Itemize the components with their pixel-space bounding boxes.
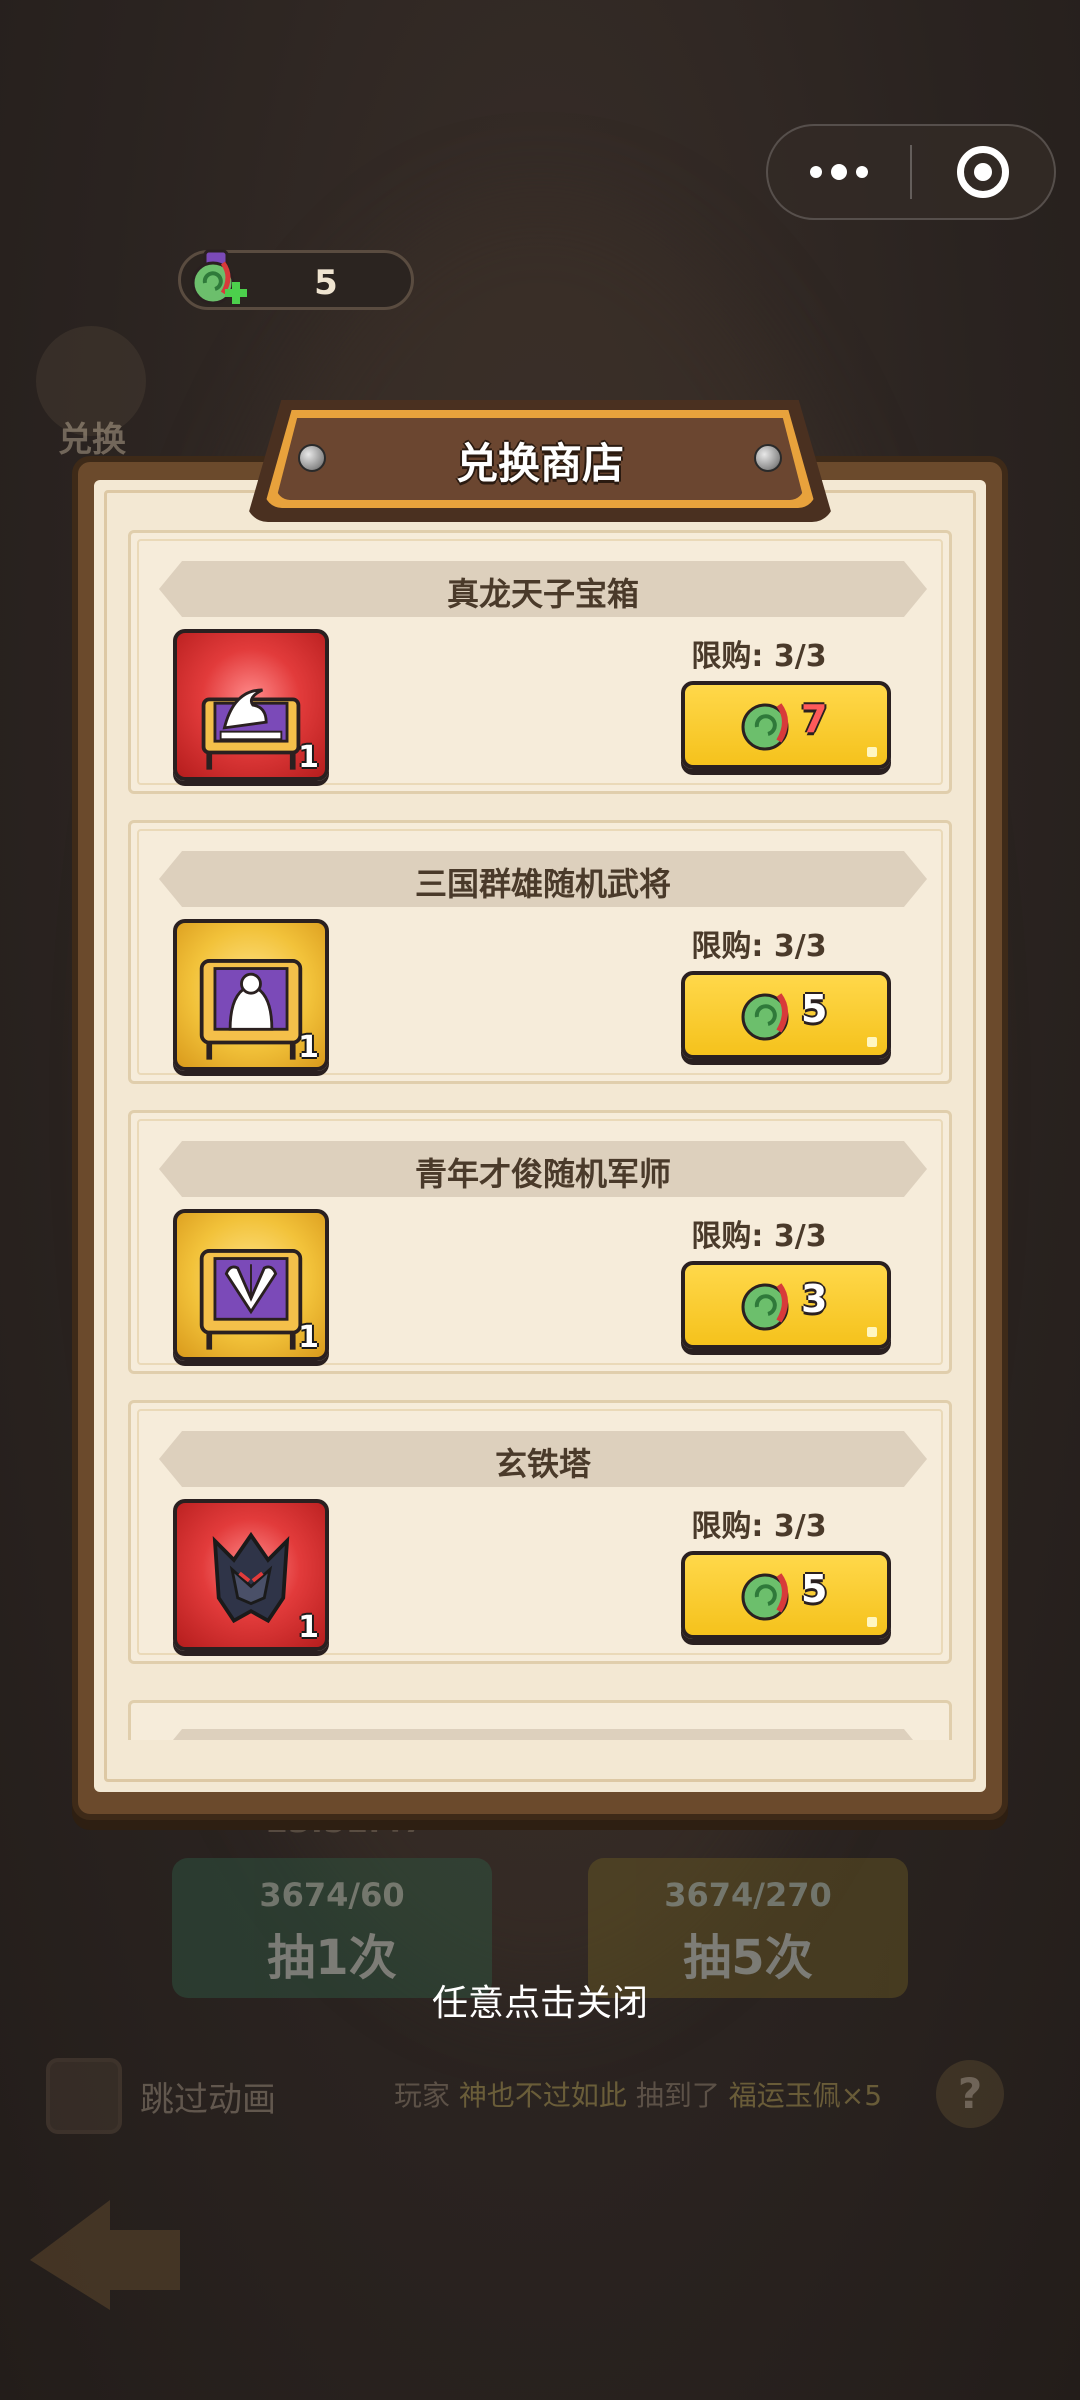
jade-coin-icon: [741, 1283, 789, 1331]
item-quantity: 1: [298, 740, 319, 775]
ticker-prefix: 玩家: [394, 2079, 451, 2112]
ticker-verb: 抽到了: [635, 2079, 720, 2112]
purchase-limit: 限购: 3/3: [669, 1211, 849, 1255]
target-circle-icon: [957, 146, 1009, 198]
buy-button[interactable]: 5: [681, 1551, 891, 1639]
ticker-reward: 福运玉佩×5: [728, 2079, 883, 2112]
item-name: 三国群雄随机武将: [414, 865, 671, 903]
more-dots-icon: [810, 164, 868, 180]
shop-item-list[interactable]: 真龙天子宝箱 1 限购: 3/3 7 三国群雄随机武将 1 限购: 3/3 5 …: [128, 530, 952, 1740]
exit-button[interactable]: [912, 126, 1054, 218]
jade-coin-icon: [741, 993, 789, 1041]
purchase-limit-label: 限购:: [691, 1219, 774, 1254]
buy-price: 5: [801, 987, 828, 1031]
general-chest-icon[interactable]: 1: [173, 919, 329, 1071]
more-button[interactable]: [768, 126, 910, 218]
purchase-limit: 限购: 3/3: [669, 921, 849, 965]
purchase-limit: 限购: 3/3: [669, 631, 849, 675]
buy-price: 5: [801, 1567, 828, 1611]
purchase-limit-label: 限购:: [691, 1509, 774, 1544]
shop-title: 兑换商店: [455, 439, 624, 488]
draw-once-cost: 3674/60: [259, 1876, 405, 1914]
shop-item-card: 玄铁塔 1 限购: 3/3 5: [128, 1400, 952, 1664]
skip-animation-label: 跳过动画: [140, 2080, 276, 2120]
item-quantity: 1: [298, 1610, 319, 1645]
shop-title-plate: 兑换商店: [246, 400, 834, 522]
tap-to-close-hint[interactable]: 任意点击关闭: [0, 1974, 1080, 2026]
ticker-player: 神也不过如此: [458, 2079, 627, 2112]
purchase-limit-value: 3/3: [773, 639, 827, 674]
dragon-chest-icon[interactable]: 1: [173, 629, 329, 781]
purchase-limit-value: 3/3: [773, 929, 827, 964]
shop-item-card: 三国群雄随机武将 1 限购: 3/3 5: [128, 820, 952, 1084]
item-name: 玄铁塔: [494, 1445, 591, 1483]
buy-button[interactable]: 5: [681, 971, 891, 1059]
buy-button[interactable]: 7: [681, 681, 891, 769]
dark-armor-icon[interactable]: 1: [173, 1499, 329, 1651]
shop-item-card: 真龙天子宝箱 1 限购: 3/3 7: [128, 530, 952, 794]
jade-coin-add-icon: [191, 249, 247, 305]
buy-price: 3: [801, 1277, 828, 1321]
purchase-limit-label: 限购:: [691, 639, 774, 674]
draw-five-cost: 3674/270: [664, 1876, 832, 1914]
purchase-limit-value: 3/3: [773, 1509, 827, 1544]
item-quantity: 1: [298, 1320, 319, 1355]
draw-ticker: 玩家 神也不过如此 抽到了 福运玉佩×5: [394, 2074, 882, 2114]
strategist-chest-icon[interactable]: 1: [173, 1209, 329, 1361]
buy-price: 7: [801, 697, 828, 741]
jade-coin-icon: [741, 703, 789, 751]
item-header-banner: [159, 1729, 927, 1740]
help-icon: ?: [936, 2060, 1004, 2128]
purchase-limit-value: 3/3: [773, 1219, 827, 1254]
item-name: 真龙天子宝箱: [446, 575, 639, 613]
jade-currency-value: 5: [314, 263, 338, 303]
back-arrow-icon: [30, 2200, 180, 2310]
jade-currency-counter[interactable]: 5: [178, 249, 414, 310]
purchase-limit: 限购: 3/3: [669, 1501, 849, 1545]
miniprogram-capsule: [766, 124, 1056, 220]
skip-animation-checkbox: [46, 2058, 122, 2134]
item-name: 青年才俊随机军师: [414, 1155, 671, 1193]
shop-item-card-partial: [128, 1700, 952, 1740]
buy-button[interactable]: 3: [681, 1261, 891, 1349]
purchase-limit-label: 限购:: [691, 929, 774, 964]
exchange-label: 兑换: [58, 420, 126, 460]
shop-item-card: 青年才俊随机军师 1 限购: 3/3 3: [128, 1110, 952, 1374]
item-quantity: 1: [298, 1030, 319, 1065]
jade-coin-icon: [741, 1573, 789, 1621]
